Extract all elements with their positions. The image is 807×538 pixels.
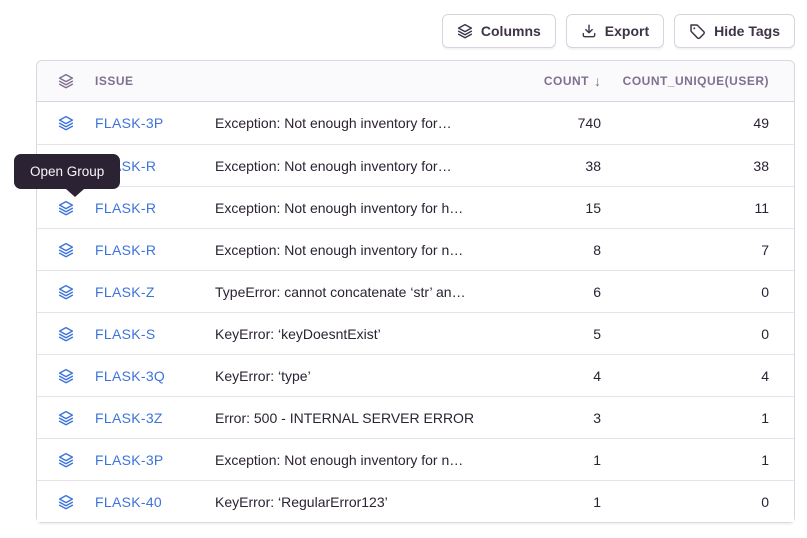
table-row[interactable]: FLASK-40 KeyError: ‘RegularError123’ 1 0 [37,480,794,522]
count-column-header[interactable]: COUNT ↓ [544,73,601,89]
hide-tags-button[interactable]: Hide Tags [674,14,795,48]
open-group-tooltip: Open Group [14,154,120,189]
count-value: 6 [593,284,601,300]
count-value: 3 [593,410,601,426]
issue-title: KeyError: ‘type’ [215,368,511,384]
table-row[interactable]: FLASK-3P Exception: Not enough inventory… [37,102,794,144]
count-unique-value: 49 [753,115,769,131]
issue-id-link[interactable]: FLASK-Z [95,284,215,300]
table-row[interactable]: FLASK-R Exception: Not enough inventory … [37,228,794,270]
count-unique-value: 4 [761,368,769,384]
count-value: 1 [593,494,601,510]
issue-group-icon[interactable] [58,410,74,426]
table-body: FLASK-3P Exception: Not enough inventory… [37,102,794,522]
issues-table: ISSUE COUNT ↓ COUNT_UNIQUE(USER) FLASK-3… [36,60,795,523]
issue-group-icon[interactable] [58,368,74,384]
issue-title: Exception: Not enough inventory for… [215,158,511,174]
sort-descending-icon: ↓ [594,73,601,89]
count-value: 15 [585,200,601,216]
table-row[interactable]: FLASK-S KeyError: ‘keyDoesntExist’ 5 0 [37,312,794,354]
issue-title: Error: 500 - INTERNAL SERVER ERROR [215,410,511,426]
count-unique-column-header[interactable]: COUNT_UNIQUE(USER) [623,74,769,88]
issue-title: TypeError: cannot concatenate ‘str’ an… [215,284,511,300]
table-row[interactable]: FLASK-R Exception: Not enough inventory … [37,186,794,228]
export-button-label: Export [605,23,649,39]
table-row[interactable]: FLASK-Z TypeError: cannot concatenate ‘s… [37,270,794,312]
issue-group-icon[interactable] [58,326,74,342]
issue-group-icon[interactable] [58,494,74,510]
issue-title: KeyError: ‘keyDoesntExist’ [215,326,511,342]
issue-id-link[interactable]: FLASK-3Z [95,410,215,426]
count-unique-value: 0 [761,494,769,510]
count-unique-value: 7 [761,242,769,258]
issue-id-link[interactable]: FLASK-3P [95,452,215,468]
table-row[interactable]: FLASK-3P Exception: Not enough inventory… [37,438,794,480]
download-icon [581,23,597,39]
issue-id-link[interactable]: FLASK-3P [95,115,215,131]
issue-title: KeyError: ‘RegularError123’ [215,494,511,510]
count-unique-value: 0 [761,284,769,300]
columns-button[interactable]: Columns [442,14,556,48]
count-value: 1 [593,452,601,468]
tag-icon [689,23,706,40]
open-group-tooltip-label: Open Group [30,164,104,179]
count-unique-value: 1 [761,410,769,426]
count-value: 8 [593,242,601,258]
issue-title: Exception: Not enough inventory for n… [215,452,511,468]
issue-id-link[interactable]: FLASK-3Q [95,368,215,384]
issue-id-link[interactable]: FLASK-40 [95,494,215,510]
issue-group-icon[interactable] [58,284,74,300]
layers-icon [58,73,74,89]
table-header-row: ISSUE COUNT ↓ COUNT_UNIQUE(USER) [37,61,794,102]
export-button[interactable]: Export [566,14,664,48]
table-row[interactable]: FLASK-3Q KeyError: ‘type’ 4 4 [37,354,794,396]
count-unique-value: 38 [753,158,769,174]
layers-icon [457,23,473,39]
table-row[interactable]: FLASK-3Z Error: 500 - INTERNAL SERVER ER… [37,396,794,438]
issue-title: Exception: Not enough inventory for h… [215,200,511,216]
issue-id-link[interactable]: FLASK-R [95,242,215,258]
columns-button-label: Columns [481,23,541,39]
toolbar: Columns Export Hide Tags [442,14,795,48]
issue-column-header: ISSUE [95,74,215,88]
count-unique-value: 11 [754,200,769,216]
count-unique-value: 1 [761,452,769,468]
count-value: 5 [593,326,601,342]
issue-group-icon[interactable] [58,115,74,131]
count-value: 4 [593,368,601,384]
table-row[interactable]: FLASK-R Exception: Not enough inventory … [37,144,794,186]
count-unique-value: 0 [761,326,769,342]
issue-id-link[interactable]: FLASK-S [95,326,215,342]
issue-title: Exception: Not enough inventory for n… [215,242,511,258]
issue-title: Exception: Not enough inventory for… [215,115,511,131]
issue-group-icon[interactable] [58,242,74,258]
issue-group-icon[interactable] [58,200,74,216]
count-value: 38 [585,158,601,174]
issue-id-link[interactable]: FLASK-R [95,200,215,216]
issue-group-icon[interactable] [58,452,74,468]
count-value: 740 [578,115,601,131]
hide-tags-button-label: Hide Tags [714,23,780,39]
